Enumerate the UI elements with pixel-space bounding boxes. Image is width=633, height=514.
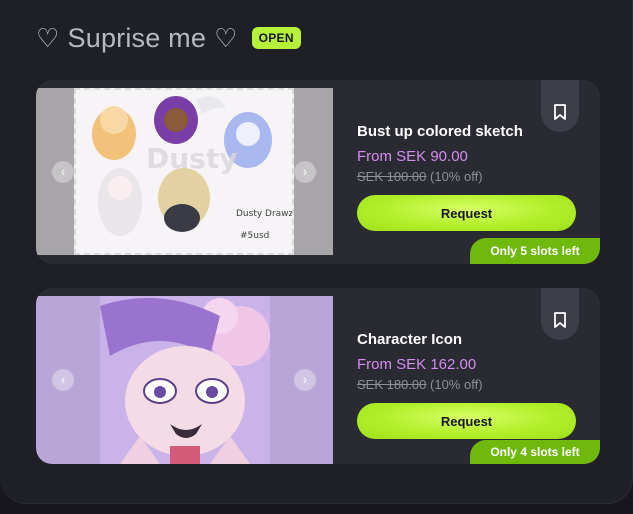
heart-icon: ♡: [36, 23, 60, 53]
request-button[interactable]: Request: [357, 195, 576, 231]
bookmark-icon: [554, 312, 566, 328]
section-header: ♡ Suprise me ♡ OPEN: [36, 20, 301, 56]
artwork-image: Dusty Dusty Drawzzz #5usd: [74, 88, 303, 255]
bookmark-button[interactable]: [541, 80, 579, 132]
svg-text:Dusty: Dusty: [146, 142, 237, 175]
discount-label: (10% off): [430, 169, 483, 184]
original-price: SEK 100.00: [357, 169, 427, 184]
original-price: SEK 180.00: [357, 377, 427, 392]
slots-badge: Only 4 slots left: [470, 440, 600, 464]
carousel-next-button[interactable]: ›: [294, 369, 316, 391]
product-title: Bust up colored sketch: [357, 123, 523, 140]
artwork-signature: #5usd: [240, 231, 269, 241]
original-price-line: SEK 180.00 (10% off): [357, 377, 483, 392]
section-title-text: Suprise me: [67, 22, 207, 53]
product-card: ‹ › Character Icon From SEK 162.00 SEK 1…: [36, 288, 600, 464]
product-price: From SEK 162.00: [357, 356, 477, 373]
bookmark-button[interactable]: [541, 288, 579, 340]
status-badge: OPEN: [251, 27, 301, 49]
original-price-line: SEK 100.00 (10% off): [357, 169, 523, 184]
product-card: Dusty Dusty Drawzzz #5usd ‹ › Bust up co…: [36, 80, 600, 264]
chevron-right-icon: ›: [302, 163, 308, 179]
slots-badge: Only 5 slots left: [470, 238, 600, 264]
artwork-caption: Dusty Drawzzz: [236, 209, 292, 219]
carousel-prev-button[interactable]: ‹: [52, 160, 74, 183]
carousel-prev-button[interactable]: ‹: [52, 369, 74, 391]
discount-label: (10% off): [430, 377, 483, 392]
artwork-image: [100, 296, 270, 464]
product-info: Character Icon From SEK 162.00 SEK 180.0…: [357, 331, 483, 392]
heart-icon: ♡: [214, 23, 238, 53]
bookmark-icon: [554, 104, 566, 120]
section-title: ♡ Suprise me ♡: [36, 23, 238, 54]
product-info: Bust up colored sketch From SEK 90.00 SE…: [357, 123, 523, 184]
image-carousel[interactable]: ‹ ›: [36, 296, 333, 464]
chevron-left-icon: ‹: [60, 372, 66, 387]
chevron-right-icon: ›: [302, 372, 308, 387]
request-button[interactable]: Request: [357, 403, 576, 439]
artwork-illustration: [100, 296, 270, 464]
commission-panel: ♡ Suprise me ♡ OPEN Dusty Dusty Drawz #5…: [0, 0, 633, 504]
carousel-next-button[interactable]: ›: [294, 160, 316, 183]
image-carousel[interactable]: Dusty Dusty Drawzzz #5usd ‹ ›: [36, 88, 333, 255]
product-title: Character Icon: [357, 331, 463, 348]
chevron-left-icon: ‹: [60, 163, 66, 179]
artwork-illustration: Dusty Dusty Drawzzz #5usd: [76, 90, 303, 253]
product-price: From SEK 90.00: [357, 148, 468, 165]
